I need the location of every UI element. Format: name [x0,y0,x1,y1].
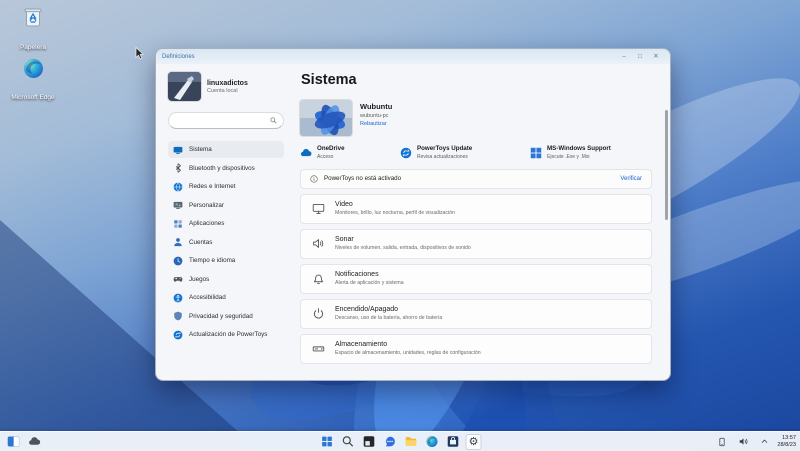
quick-link-ms-windows-support[interactable]: MS-Windows Support Ejecute .Exe y .Msi [530,145,611,160]
quick-link-powertoys-update[interactable]: PowerToys Update Revisa actualizaciones [400,145,530,160]
update-icon [173,330,183,340]
device-card: Wubuntu wubuntu-pc Rebautizar [300,100,652,136]
settings-window: Definiciones – □ ✕ linuxadictos Cuenta l… [155,48,671,381]
time-language-icon [173,256,183,266]
desktop-icon-recycle-bin[interactable]: Papelera [8,5,58,54]
avatar [168,72,201,101]
desktop-icon-label: Microsoft Edge [11,94,55,101]
info-icon [310,170,318,188]
speaker-icon [312,237,325,250]
sidebar-item-privacidad-y-seguridad[interactable]: Privacidad y seguridad [168,308,284,325]
powertoys-update-icon [400,146,412,159]
settings-gear-icon[interactable]: ⚙ [465,433,482,450]
minimize-button[interactable]: – [616,49,632,64]
sidebar-item-tiempo-e-idioma[interactable]: Tiempo e idioma [168,252,284,269]
bell-icon [312,272,325,285]
titlebar[interactable]: Definiciones – □ ✕ [156,49,670,64]
device-wallpaper-thumbnail [300,100,352,136]
sidebar-item-personalizar[interactable]: Personalizar [168,197,284,214]
sidebar-nav: Sistema Bluetooth y dispositivos Redes e… [168,141,284,343]
sidebar-item-aplicaciones[interactable]: Aplicaciones [168,215,284,232]
profile-account-type: Cuenta local [207,88,238,95]
storage-icon [312,342,325,355]
onedrive-cloud-icon [300,146,312,158]
file-explorer-icon[interactable] [403,434,419,450]
speaker-icon[interactable] [735,434,751,450]
taskbar-center: ⚙ [319,432,482,451]
sidebar-item-juegos[interactable]: Juegos [168,271,284,288]
chevron-up-icon[interactable] [756,434,772,450]
user-profile[interactable]: linuxadictos Cuenta local [168,72,284,101]
powertoys-status-banner: PowerToys no está activado Verificar [300,168,652,189]
taskbar: ⚙ 13:57 28/8/23 [0,431,800,451]
accessibility-icon [173,293,183,303]
desktop-icon-microsoft-edge[interactable]: Microsoft Edge [8,58,58,104]
search-icon [270,117,277,124]
profile-name: linuxadictos [207,79,248,87]
search-input[interactable] [168,112,284,129]
banner-text: PowerToys no está activado [324,175,402,182]
windows-logo-icon [530,146,542,159]
quick-link-onedrive[interactable]: OneDrive Acceso [300,145,400,160]
gaming-icon [173,274,183,284]
recycle-bin-icon [8,5,58,34]
widgets-icon[interactable] [5,434,21,450]
device-hostname: wubuntu-pc [360,113,389,119]
maximize-button[interactable]: □ [632,49,648,64]
edge-icon [8,58,58,84]
settings-card-almacenamiento[interactable]: Almacenamiento Espacio de almacenamiento… [300,333,652,364]
sidebar-item-redes-e-internet[interactable]: Redes e Internet [168,178,284,195]
display-outline-icon [312,202,325,215]
cloud-icon[interactable] [26,434,42,450]
power-icon [312,307,325,320]
sidebar-item-bluetooth-y-dispositivos[interactable]: Bluetooth y dispositivos [168,160,284,177]
apps-icon [173,219,183,229]
rename-device-link[interactable]: Rebautizar [360,121,392,127]
bluetooth-icon [173,163,183,173]
settings-card-encendido-apagado[interactable]: Encendido/Apagado Descanso, uso de la ba… [300,298,652,329]
accounts-icon [173,237,183,247]
chat-icon[interactable] [382,434,398,450]
sidebar-item-actualizacion-de-powertoys[interactable]: Actualización de PowerToys [168,326,284,343]
desktop-icon-label: Papelera [19,44,47,51]
start-icon[interactable] [319,434,335,450]
search-icon[interactable] [340,434,356,450]
task-view-icon[interactable] [361,434,377,450]
personalization-icon [173,200,183,210]
verify-link[interactable]: Verificar [620,176,642,182]
vertical-scrollbar[interactable] [665,110,668,220]
sidebar: linuxadictos Cuenta local Sistema Blueto… [156,64,290,380]
clock-date: 28/8/23 [777,441,796,448]
sidebar-item-cuentas[interactable]: Cuentas [168,234,284,251]
taskbar-clock[interactable]: 13:57 28/8/23 [777,435,796,448]
quick-links-row: OneDrive Acceso PowerToys Update Revisa … [300,145,652,160]
store-icon[interactable] [445,434,461,450]
sidebar-item-sistema[interactable]: Sistema [168,141,284,158]
system-tray: 13:57 28/8/23 [714,432,796,451]
shield-icon [173,311,183,321]
taskbar-left [5,432,42,451]
close-button[interactable]: ✕ [648,49,664,64]
settings-card-sonar[interactable]: Sonar Niveles de volumen, salida, entrad… [300,228,652,259]
edge-icon[interactable] [424,434,440,450]
settings-card-video[interactable]: Video Monitores, brillo, luz nocturna, p… [300,193,652,224]
main-content: Sistema Wubuntu wubuntu-pc Rebautizar On… [290,64,670,380]
window-title: Definiciones [162,53,195,60]
page-title: Sistema [301,72,357,88]
sidebar-item-accesibilidad[interactable]: Accesibilidad [168,289,284,306]
display-icon [173,145,183,155]
device-name: Wubuntu [360,102,393,111]
phone-icon[interactable] [714,434,730,450]
settings-card-notificaciones[interactable]: Notificaciones Alerta de aplicación y si… [300,263,652,294]
globe-icon [173,181,183,192]
